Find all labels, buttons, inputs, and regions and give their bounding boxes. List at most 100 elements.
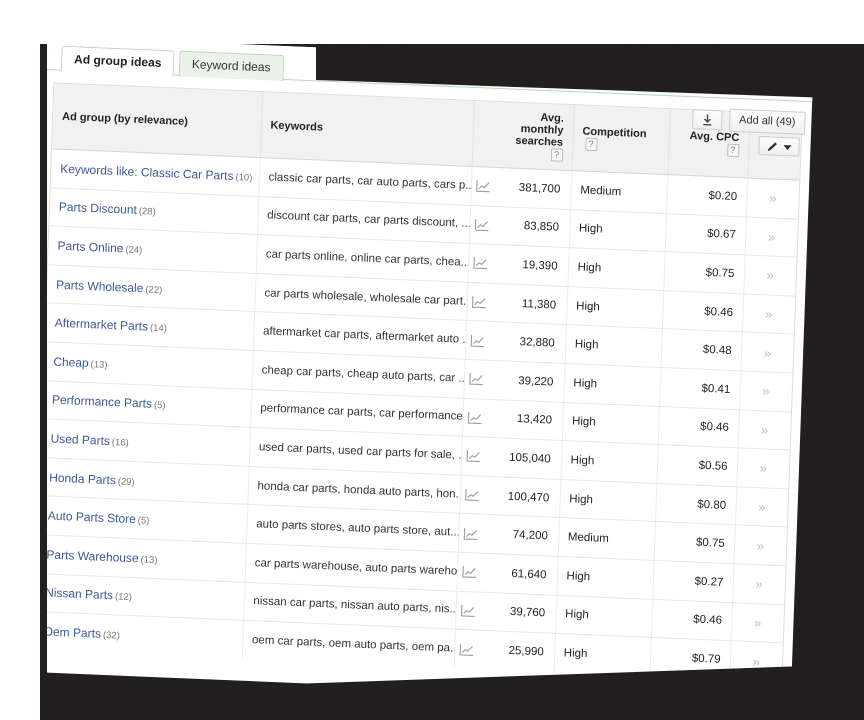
keywords-text: cheap car parts, cheap auto parts, car .… — [261, 364, 464, 385]
tab-keyword-ideas[interactable]: Keyword ideas — [178, 51, 284, 81]
cell-competition: High — [560, 441, 657, 484]
download-icon — [701, 113, 713, 126]
cell-avg-cpc: $0.80 — [655, 483, 736, 525]
expand-row-button[interactable]: » — [733, 575, 785, 592]
line-chart-icon[interactable] — [470, 334, 485, 348]
cell-avg-cpc: $0.75 — [663, 252, 744, 294]
page-margin-top — [0, 0, 864, 44]
cell-avg-cpc: $0.46 — [651, 599, 732, 641]
line-chart-icon[interactable] — [466, 449, 481, 463]
cell-competition: Medium — [570, 171, 667, 214]
ad-group-link[interactable]: Oem Parts — [43, 625, 101, 641]
cell-sparkline — [466, 282, 493, 322]
line-chart-icon[interactable] — [464, 488, 479, 502]
column-header-keywords[interactable]: Keywords — [260, 92, 474, 166]
ad-group-link[interactable]: Cheap — [53, 354, 89, 369]
cell-competition: Medium — [558, 518, 655, 561]
cell-actions: » — [732, 564, 785, 605]
ad-group-link[interactable]: Parts Wholesale — [56, 277, 144, 295]
expand-row-button[interactable]: » — [744, 267, 796, 284]
ad-group-link[interactable]: Performance Parts — [52, 393, 152, 411]
cell-competition: High — [569, 209, 666, 252]
expand-row-button[interactable]: » — [747, 190, 799, 207]
line-chart-icon[interactable] — [468, 372, 483, 386]
expand-row-button[interactable]: » — [739, 421, 791, 438]
line-chart-icon[interactable] — [471, 295, 486, 309]
cell-avg-cpc: $0.56 — [656, 445, 737, 487]
expand-row-button[interactable]: » — [732, 614, 784, 631]
keywords-text: car parts warehouse, auto parts wareho..… — [255, 557, 458, 578]
cell-actions: » — [731, 602, 784, 643]
tab-ad-group-ideas[interactable]: Ad group ideas — [61, 46, 175, 78]
tab-ad-group-ideas-label: Ad group ideas — [74, 52, 162, 70]
expand-row-button[interactable]: » — [734, 537, 786, 554]
add-all-button[interactable]: Add all (49) — [729, 109, 806, 135]
screenshot-stage: Ad group ideas Keyword ideas Add all (49… — [0, 0, 864, 720]
cell-avg-monthly-searches: 32,880 — [491, 322, 566, 364]
ad-group-link[interactable]: Nissan Parts — [45, 586, 113, 603]
keywords-text: classic car parts, car auto parts, cars … — [268, 171, 471, 192]
cell-sparkline — [454, 629, 481, 669]
ad-group-link[interactable]: Keywords like: Classic Car Parts — [60, 162, 234, 183]
line-chart-icon[interactable] — [459, 642, 474, 656]
ad-group-link[interactable]: Auto Parts Store — [48, 509, 136, 527]
cell-sparkline — [456, 552, 483, 592]
expand-row-button[interactable]: » — [743, 306, 795, 323]
ad-group-link[interactable]: Parts Discount — [59, 200, 137, 217]
cell-actions: » — [745, 217, 798, 258]
cell-competition: High — [562, 402, 659, 445]
line-chart-icon[interactable] — [472, 257, 487, 271]
ad-group-link[interactable]: Aftermarket Parts — [54, 316, 148, 334]
keywords-text: car parts wholesale, wholesale car part.… — [264, 287, 467, 308]
download-button[interactable] — [692, 109, 723, 130]
ad-group-count: (5) — [154, 400, 166, 411]
keywords-text: used car parts, used car parts for sale,… — [259, 441, 462, 462]
column-header-keywords-label: Keywords — [270, 119, 323, 133]
expand-row-button[interactable]: » — [740, 383, 792, 400]
keywords-text: performance car parts, car performance..… — [260, 403, 463, 424]
cell-sparkline — [455, 591, 482, 631]
ad-group-link[interactable]: Parts Warehouse — [46, 547, 139, 565]
cell-sparkline — [465, 321, 492, 361]
expand-row-button[interactable]: » — [746, 228, 798, 245]
cell-avg-monthly-searches: 100,470 — [485, 476, 560, 518]
cell-sparkline — [470, 166, 497, 206]
column-header-avg-monthly-searches-label: Avg. monthly searches — [515, 112, 564, 149]
ad-group-count: (12) — [115, 592, 132, 604]
ad-group-link[interactable]: Honda Parts — [49, 470, 116, 487]
line-chart-icon[interactable] — [467, 411, 482, 425]
line-chart-icon[interactable] — [461, 565, 476, 579]
expand-row-button[interactable]: » — [737, 460, 789, 477]
keywords-text: car parts online, online car parts, chea… — [266, 248, 469, 269]
column-header-ad-group[interactable]: Ad group (by relevance) — [52, 83, 262, 157]
help-icon-avg-cpc[interactable]: ? — [727, 144, 739, 157]
keywords-text: discount car parts, car parts discount, … — [267, 210, 470, 231]
add-all-label: Add all (49) — [739, 114, 796, 128]
line-chart-icon[interactable] — [460, 604, 475, 618]
column-header-avg-monthly-searches[interactable]: Avg. monthly searches? — [498, 102, 574, 171]
keywords-text: honda car parts, honda auto parts, hon..… — [257, 480, 460, 501]
column-header-competition[interactable]: Competition? — [572, 105, 670, 174]
edit-columns-button[interactable] — [758, 136, 800, 157]
cell-actions: » — [746, 178, 799, 219]
line-chart-icon[interactable] — [463, 527, 478, 541]
table-toolbar: Add all (49) — [692, 107, 806, 135]
help-icon-avg-monthly-searches[interactable]: ? — [550, 148, 562, 161]
ad-group-link[interactable]: Used Parts — [50, 431, 110, 447]
ad-group-count: (10) — [235, 172, 252, 184]
ad-group-link[interactable]: Parts Online — [57, 239, 123, 256]
cell-avg-monthly-searches: 83,850 — [495, 206, 570, 248]
cell-actions: » — [743, 255, 796, 296]
line-chart-icon[interactable] — [474, 218, 489, 232]
help-icon-competition[interactable]: ? — [585, 138, 597, 151]
line-chart-icon[interactable] — [475, 179, 490, 193]
expand-row-button[interactable]: » — [736, 498, 788, 515]
frame-wedge-right — [814, 44, 864, 720]
cell-keywords: oem car parts, oem auto parts, oem pa... — [242, 620, 455, 667]
column-header-avg-cpc-label: Avg. CPC — [689, 130, 739, 144]
cell-sparkline — [467, 244, 494, 284]
column-header-sparkline — [472, 101, 500, 168]
cell-avg-monthly-searches: 25,990 — [480, 630, 555, 672]
ad-group-count: (24) — [125, 244, 142, 256]
expand-row-button[interactable]: » — [741, 344, 793, 361]
